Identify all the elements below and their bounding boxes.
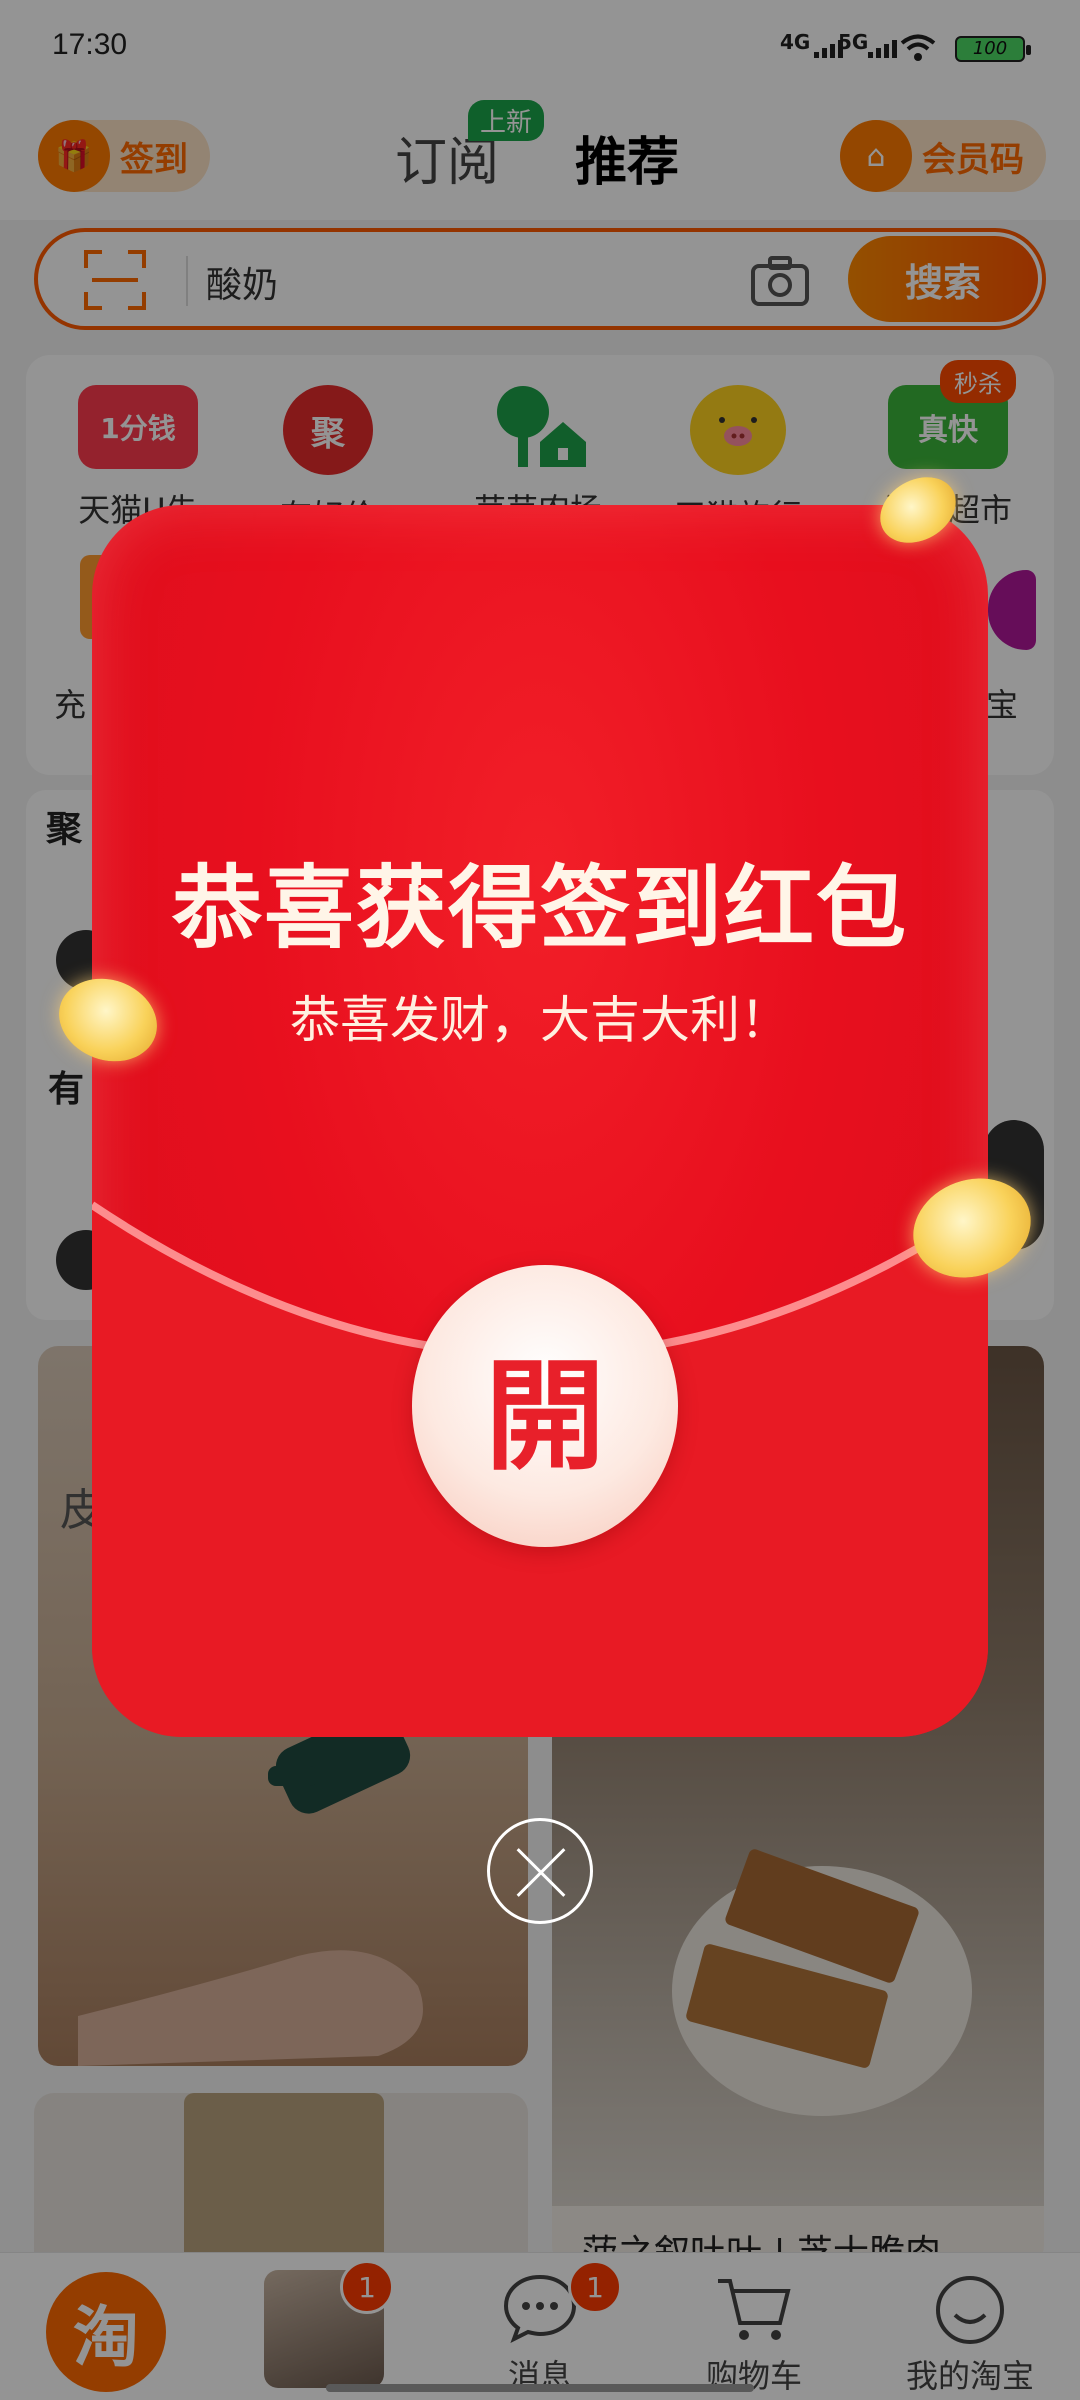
popup-subtitle: 恭喜发财，大吉大利！ bbox=[290, 991, 790, 1049]
popup-title: 恭喜获得签到红包 bbox=[172, 856, 908, 961]
red-envelope-popup: 恭喜获得签到红包 恭喜发财，大吉大利！ 開 bbox=[92, 505, 988, 1737]
close-popup-button[interactable] bbox=[487, 1818, 593, 1924]
envelope-flap bbox=[92, 1201, 988, 1737]
open-envelope-button[interactable]: 開 bbox=[412, 1265, 678, 1547]
